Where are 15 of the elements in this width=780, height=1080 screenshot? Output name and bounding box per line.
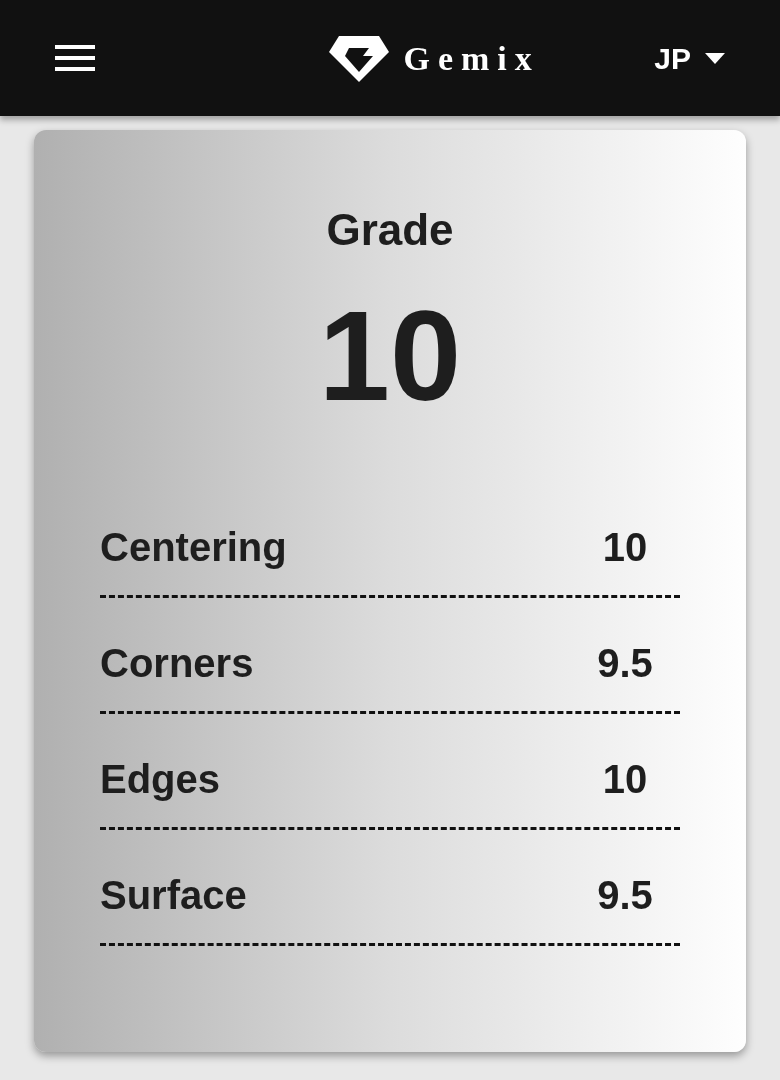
language-selector[interactable]: JP xyxy=(654,35,725,81)
grade-title: Grade xyxy=(325,208,455,252)
subgrade-value: 10 xyxy=(601,755,649,803)
subgrade-label: Corners xyxy=(100,639,254,687)
caret-icon xyxy=(705,52,725,64)
subgrade-label: Centering xyxy=(100,523,287,571)
subgrade-value: 9.5 xyxy=(596,639,654,687)
menu-icon[interactable] xyxy=(55,45,95,71)
subgrade-label: Edges xyxy=(100,755,221,803)
subgrade-value: 9.5 xyxy=(596,871,654,919)
brand-name: Gemix xyxy=(403,38,540,79)
grade-value: 10 xyxy=(317,292,463,420)
gem-logo-icon xyxy=(329,34,390,82)
subgrade-label: Surface xyxy=(100,871,247,919)
subgrade-value: 10 xyxy=(601,523,649,571)
